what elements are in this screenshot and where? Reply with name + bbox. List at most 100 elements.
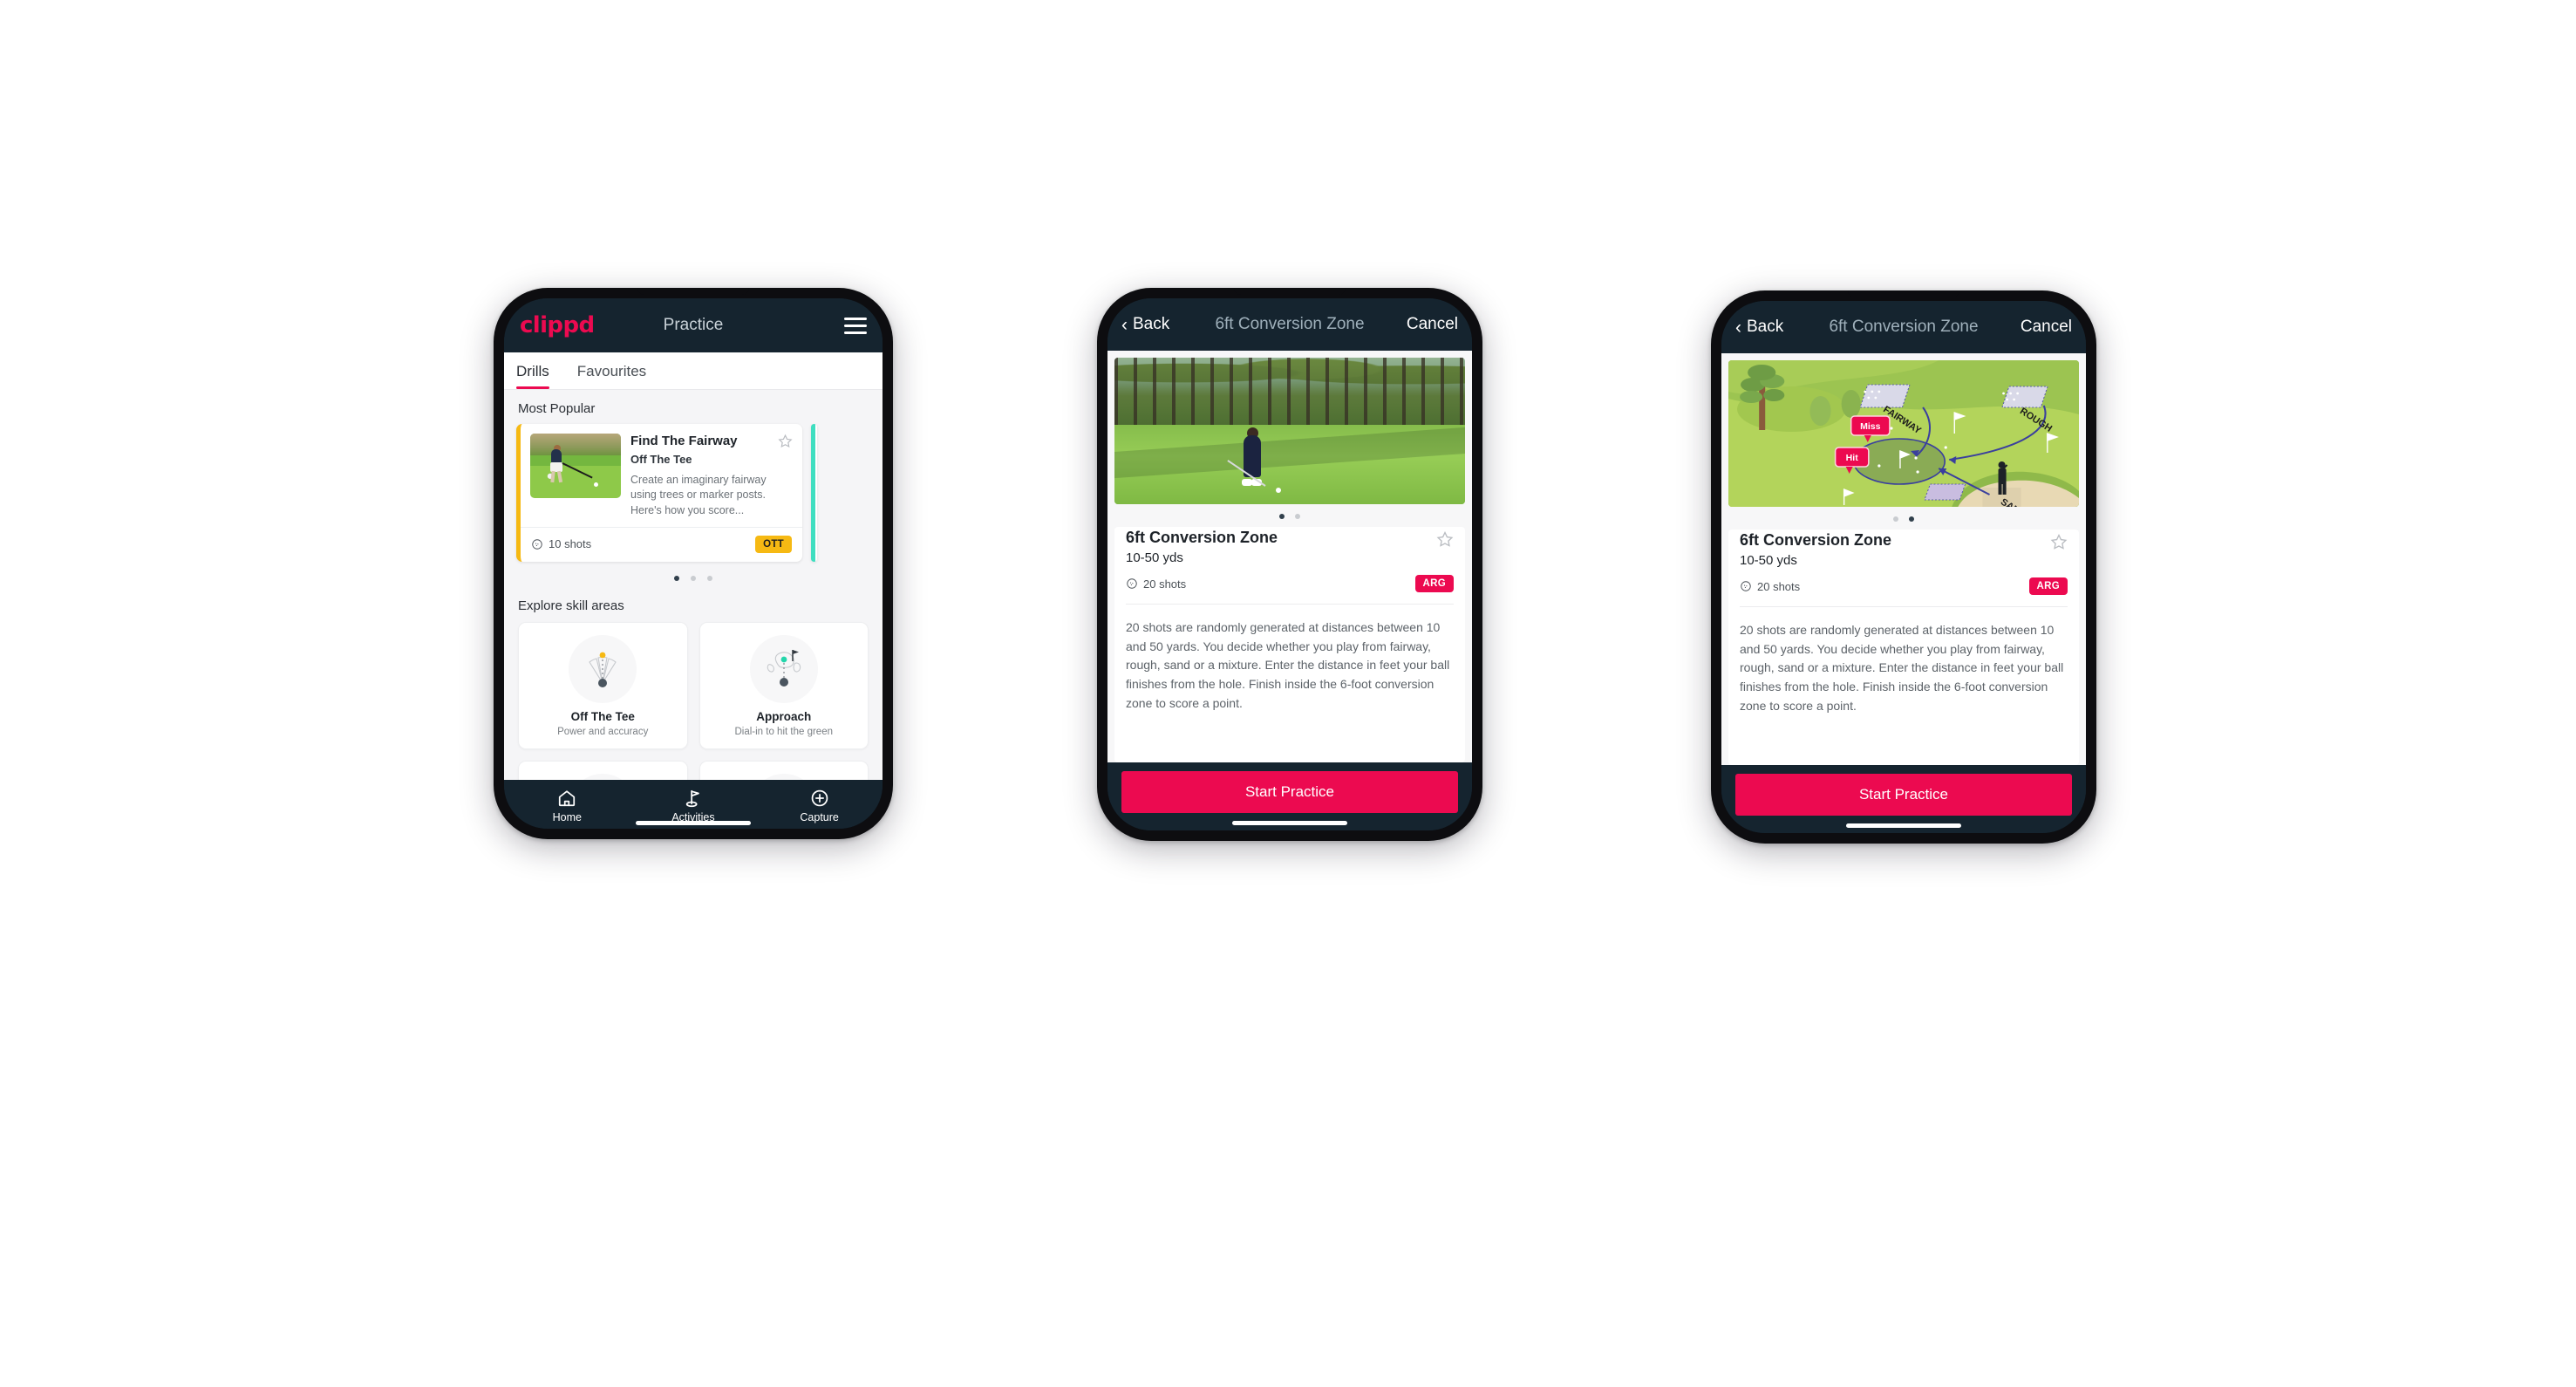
phone-practice: clippd Practice Drills Favourites Most P… [494,288,893,839]
start-practice-button[interactable]: Start Practice [1735,774,2072,816]
home-indicator [1232,821,1347,825]
golf-ball-icon [1741,581,1751,591]
tee-dispersion-icon [569,634,637,703]
skill-name: Approach [756,709,812,723]
home-indicator [636,821,751,825]
carousel-dot-2[interactable] [691,575,696,581]
drill-detail-meta: 20 shots ARG [1126,575,1454,604]
back-label: Back [1747,318,1784,336]
home-icon [559,790,576,807]
tab-drills[interactable]: Drills [516,352,563,389]
drill-card[interactable]: Find The Fairway Off The Tee Create an i… [516,424,802,562]
start-practice-button[interactable]: Start Practice [1121,771,1458,813]
drill-detail-shots-label: 20 shots [1143,577,1187,591]
brand-logo: clippd [520,312,595,338]
carousel-dot-3[interactable] [707,575,712,581]
tab-favourites[interactable]: Favourites [563,352,660,389]
device-notch [1234,288,1346,295]
svg-text:Miss: Miss [1860,421,1881,432]
status-badge: OTT [755,535,792,553]
carousel-dot-1[interactable] [674,575,679,581]
phone-2-screen: ‹ Back 6ft Conversion Zone Cancel 6ft Co… [1107,298,1472,830]
phone-practice-screen: clippd Practice Drills Favourites Most P… [504,298,883,829]
star-outline-icon[interactable] [778,434,793,448]
phone-drill-detail-diagram: ‹ Back 6ft Conversion Zone Cancel FAIRWA… [1711,290,2096,844]
hero-carousel-dots [1728,507,2079,530]
chevron-left-icon: ‹ [1121,314,1128,335]
drill-detail-subtitle: 10-50 yds [1126,550,1183,565]
skill-card-around-the-green[interactable]: Around The Green Hone your short game [518,760,688,780]
modal-body: 6ft Conversion Zone 10-50 yds 20 shots A… [1107,351,1472,762]
nav-item-activities[interactable]: Activities [630,789,755,823]
drill-detail-description: 20 shots are randomly generated at dista… [1740,623,2064,713]
drill-card-peek[interactable] [811,424,817,562]
skill-desc: Dial-in to hit the green [734,726,833,737]
carousel-dots [504,562,883,591]
drill-detail-subtitle: 10-50 yds [1740,553,1797,568]
cancel-button[interactable]: Cancel [2021,318,2072,337]
device-notch [1848,290,1959,297]
skill-card-off-the-tee[interactable]: Off The Tee Power and accuracy [518,621,688,749]
skills-heading: Explore skill areas [518,598,624,613]
drill-detail-description: 20 shots are randomly generated at dista… [1126,620,1450,710]
most-popular-heading: Most Popular [518,401,596,416]
home-indicator [1846,823,1961,828]
back-label: Back [1133,315,1170,333]
nav-item-home[interactable]: Home [505,789,630,823]
star-outline-icon[interactable] [2050,533,2068,550]
drill-description: Create an imaginary fairway using trees … [630,474,767,516]
golf-ball-icon [1127,578,1137,589]
bottom-navigation: Home Activities Capture [504,780,883,829]
back-button[interactable]: ‹ Back [1735,318,1783,337]
drill-card-footer: 10 shots OTT [521,526,802,562]
screenshot-stage: clippd Practice Drills Favourites Most P… [0,0,2576,1387]
drill-detail-shots: 20 shots [1740,580,1800,593]
skill-card-approach[interactable]: Approach Dial-in to hit the green [699,621,869,749]
phone-3-screen: ‹ Back 6ft Conversion Zone Cancel FAIRWA… [1721,301,2086,833]
drill-info-card: 6ft Conversion Zone 10-50 yds 20 shots A… [1728,530,2079,765]
golf-ball-icon [532,539,542,550]
drill-info-card: 6ft Conversion Zone 10-50 yds 20 shots A… [1114,527,1465,762]
hero-dot-2[interactable] [1909,516,1914,522]
cancel-button[interactable]: Cancel [1407,315,1458,334]
golf-flag-icon [685,789,699,808]
cta-container: Start Practice [1107,762,1472,830]
app-header: clippd Practice [504,298,883,352]
hero-dot-2[interactable] [1295,514,1300,519]
hero-dot-1[interactable] [1893,516,1898,522]
drill-hero-diagram[interactable]: FAIRWAY ROUGH SAND Miss Hit [1728,360,2079,507]
device-notch [637,288,749,295]
tab-bar: Drills Favourites [504,352,883,390]
modal-body: FAIRWAY ROUGH SAND Miss Hit [1721,353,2086,765]
hero-carousel-dots [1114,504,1465,527]
hero-dot-1[interactable] [1279,514,1285,519]
status-badge: ARG [2028,577,2068,595]
drill-detail-title: 6ft Conversion Zone [1740,531,1892,549]
drill-subtitle: Off The Tee [630,453,692,466]
modal-header: ‹ Back 6ft Conversion Zone Cancel [1107,298,1472,351]
status-badge: ARG [1414,575,1454,592]
drill-carousel[interactable]: Find The Fairway Off The Tee Create an i… [504,424,883,562]
green-approach-icon [749,634,818,703]
cta-container: Start Practice [1721,765,2086,833]
drill-shots: 10 shots [531,537,591,550]
drill-hero-photo[interactable] [1114,358,1465,504]
drill-detail-shots-label: 20 shots [1757,579,1801,593]
chip-shot-icon [569,773,637,780]
nav-label: Capture [800,811,839,823]
course-diagram-illustration: FAIRWAY ROUGH SAND Miss Hit [1728,360,2079,507]
drill-detail-title: 6ft Conversion Zone [1126,529,1278,546]
skill-card-putting[interactable]: Putting Make and lag practice [699,760,869,780]
putting-rings-icon [749,773,818,780]
skill-grid: Off The Tee Power and accuracy Approach … [504,621,883,780]
nav-item-capture[interactable]: Capture [757,789,882,823]
nav-label: Home [552,811,582,823]
skill-desc: Power and accuracy [557,726,649,737]
practice-screen-body: Drills Favourites Most Popular Find The … [504,352,883,780]
phone-drill-detail-photo: ‹ Back 6ft Conversion Zone Cancel 6ft Co… [1097,288,1482,841]
star-outline-icon[interactable] [1436,530,1454,548]
back-button[interactable]: ‹ Back [1121,315,1169,334]
drill-shots-label: 10 shots [549,537,592,551]
chevron-left-icon: ‹ [1735,317,1741,338]
hamburger-icon[interactable] [844,317,867,334]
